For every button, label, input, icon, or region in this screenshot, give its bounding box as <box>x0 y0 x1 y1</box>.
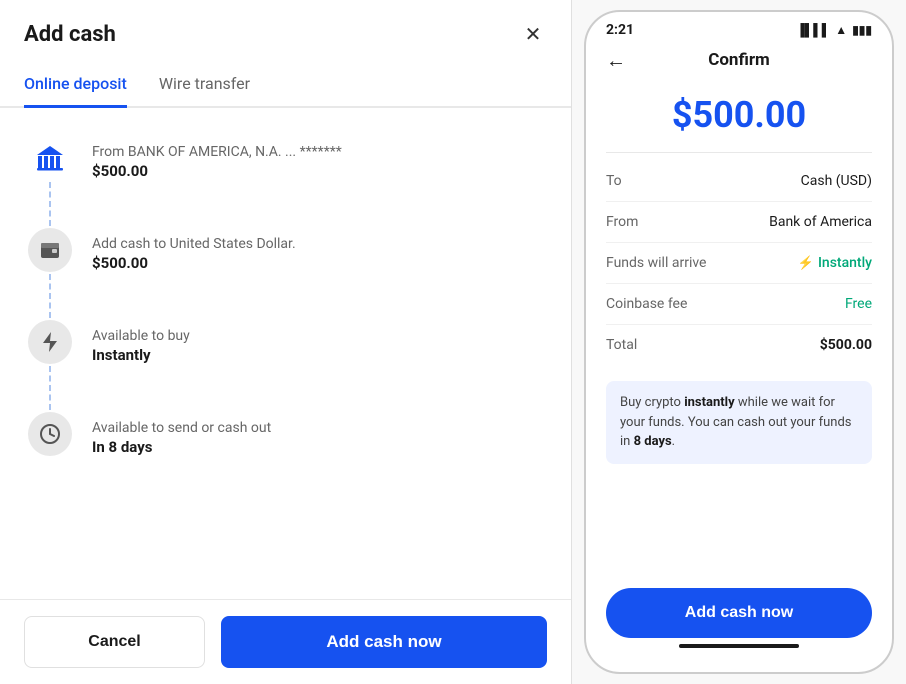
connector-3 <box>49 366 51 410</box>
step-clock-label: Available to send or cash out <box>92 420 271 436</box>
info-box: Buy crypto instantly while we wait for y… <box>606 381 872 464</box>
detail-row-to: To Cash (USD) <box>606 161 872 202</box>
cancel-button[interactable]: Cancel <box>24 616 205 668</box>
detail-total-label: Total <box>606 337 637 353</box>
battery-icon: ▮▮▮ <box>852 23 872 37</box>
connector-1 <box>49 182 51 226</box>
tab-wire-transfer[interactable]: Wire transfer <box>159 64 250 108</box>
connector-2 <box>49 274 51 318</box>
tabs-container: Online deposit Wire transfer <box>0 64 571 108</box>
step-bolt: Available to buy Instantly <box>24 320 547 412</box>
modal-title: Add cash <box>24 22 116 47</box>
info-bold-instantly: instantly <box>684 395 734 410</box>
home-indicator <box>679 644 799 648</box>
detail-row-fee: Coinbase fee Free <box>606 284 872 325</box>
detail-total-value: $500.00 <box>820 337 872 353</box>
step-bolt-value: Instantly <box>92 346 190 364</box>
step-clock: Available to send or cash out In 8 days <box>24 412 547 484</box>
info-text-1: Buy crypto <box>620 395 684 410</box>
info-bold-days: 8 days <box>634 434 672 449</box>
detail-fee-value: Free <box>845 296 872 312</box>
step-bolt-label: Available to buy <box>92 328 190 344</box>
signal-icon: ▐▌▌▌ <box>796 23 830 37</box>
step-wallet-value: $500.00 <box>92 254 296 272</box>
close-button[interactable]: ✕ <box>519 20 547 48</box>
step-bank-content: From BANK OF AMERICA, N.A. ... ******* $… <box>76 136 342 208</box>
detail-to-value: Cash (USD) <box>801 173 872 189</box>
step-wallet: Add cash to United States Dollar. $500.0… <box>24 228 547 320</box>
steps-content: From BANK OF AMERICA, N.A. ... ******* $… <box>0 108 571 599</box>
step-wallet-label: Add cash to United States Dollar. <box>92 236 296 252</box>
detail-funds-value: ⚡ Instantly <box>798 255 872 271</box>
step-bank-label: From BANK OF AMERICA, N.A. ... ******* <box>92 144 342 160</box>
step-clock-content: Available to send or cash out In 8 days <box>76 412 271 484</box>
wifi-icon: ▲ <box>835 23 847 37</box>
phone-add-cash-button[interactable]: Add cash now <box>606 588 872 638</box>
bank-icon <box>28 136 72 180</box>
phone-nav: ← Confirm <box>586 42 892 74</box>
detail-from-value: Bank of America <box>769 214 872 230</box>
bolt-small-icon: ⚡ <box>798 256 814 271</box>
step-wallet-content: Add cash to United States Dollar. $500.0… <box>76 228 296 300</box>
step-bolt-content: Available to buy Instantly <box>76 320 190 392</box>
status-bar: 2:21 ▐▌▌▌ ▲ ▮▮▮ <box>586 12 892 42</box>
step-icon-col-bolt <box>24 320 76 412</box>
modal-header: Add cash ✕ <box>0 0 571 64</box>
back-button[interactable]: ← <box>606 48 626 73</box>
step-icon-col-wallet <box>24 228 76 320</box>
status-icons: ▐▌▌▌ ▲ ▮▮▮ <box>796 23 872 37</box>
step-bank: From BANK OF AMERICA, N.A. ... ******* $… <box>24 136 547 228</box>
detail-funds-label: Funds will arrive <box>606 255 706 271</box>
phone-nav-title: Confirm <box>708 50 770 70</box>
phone-footer: Add cash now <box>586 576 892 672</box>
right-panel: 2:21 ▐▌▌▌ ▲ ▮▮▮ ← Confirm $500.00 To Cas… <box>572 0 906 684</box>
modal-footer: Cancel Add cash now <box>0 599 571 684</box>
detail-fee-label: Coinbase fee <box>606 296 687 312</box>
detail-row-funds: Funds will arrive ⚡ Instantly <box>606 243 872 284</box>
step-bank-value: $500.00 <box>92 162 342 180</box>
status-time: 2:21 <box>606 22 634 38</box>
bolt-icon <box>28 320 72 364</box>
step-icon-col-bank <box>24 136 76 228</box>
detail-to-label: To <box>606 173 622 189</box>
detail-rows: To Cash (USD) From Bank of America Funds… <box>586 153 892 373</box>
detail-from-label: From <box>606 214 638 230</box>
step-clock-value: In 8 days <box>92 438 271 456</box>
detail-row-from: From Bank of America <box>606 202 872 243</box>
phone-frame: 2:21 ▐▌▌▌ ▲ ▮▮▮ ← Confirm $500.00 To Cas… <box>584 10 894 674</box>
info-text-3: . <box>672 434 675 449</box>
step-icon-col-clock <box>24 412 76 456</box>
tab-online-deposit[interactable]: Online deposit <box>24 64 127 108</box>
confirm-amount: $500.00 <box>586 74 892 152</box>
add-cash-button[interactable]: Add cash now <box>221 616 547 668</box>
detail-row-total: Total $500.00 <box>606 325 872 365</box>
left-panel: Add cash ✕ Online deposit Wire transfer <box>0 0 572 684</box>
clock-icon <box>28 412 72 456</box>
wallet-icon <box>28 228 72 272</box>
